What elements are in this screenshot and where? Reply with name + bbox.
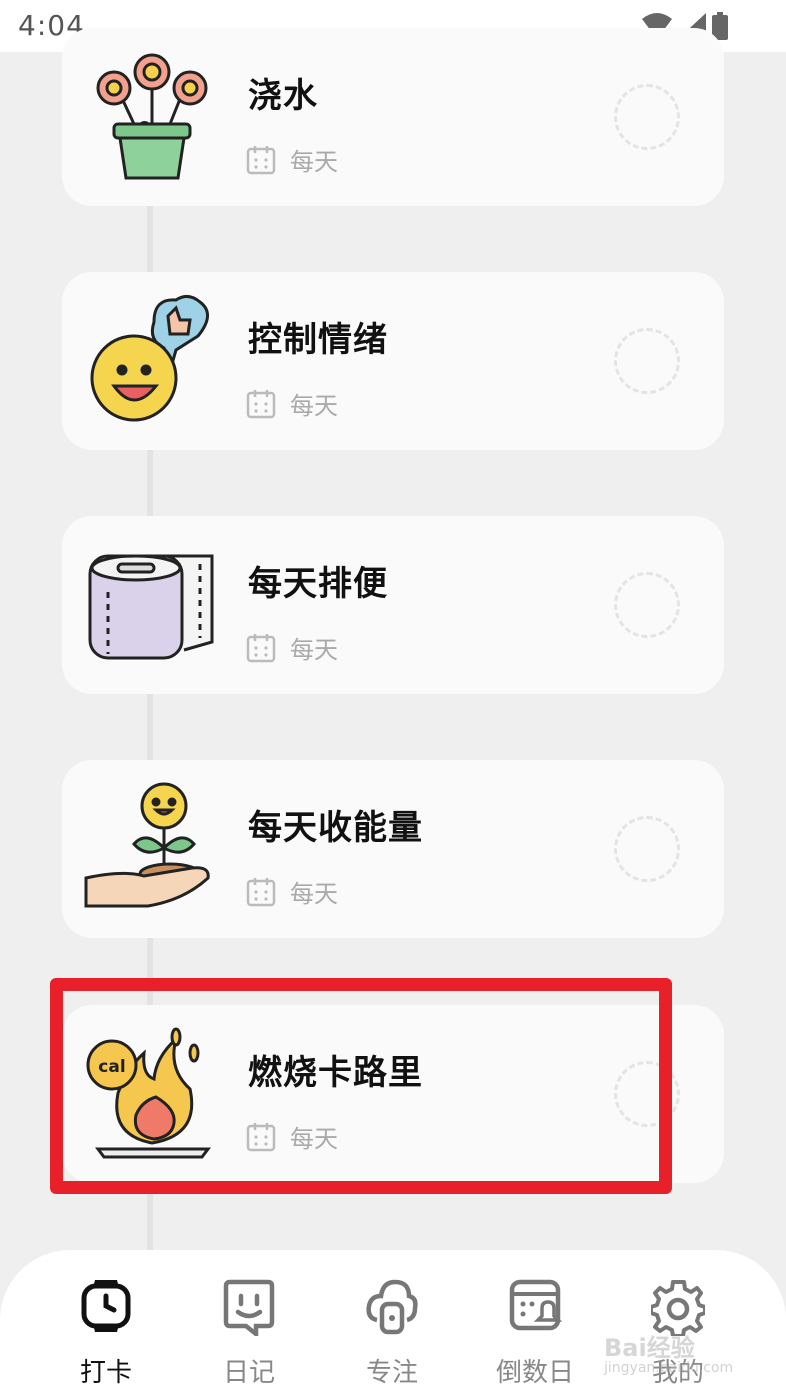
nav-label: 日记: [222, 1358, 275, 1388]
checkin-button[interactable]: [614, 1061, 680, 1127]
gear-icon: [651, 1280, 705, 1336]
smiley-heart-icon: [90, 295, 209, 422]
habit-card-energy[interactable]: 每天收能量 每天: [62, 760, 724, 938]
nav-label: 打卡: [79, 1358, 132, 1388]
toilet-paper-icon: [88, 554, 214, 660]
nav-tab-diary[interactable]: 日记: [189, 1276, 309, 1389]
nav-tab-countdown[interactable]: 倒数日: [475, 1276, 595, 1389]
calendar-icon: [246, 389, 276, 418]
habit-card-bowel[interactable]: 每天排便 每天: [62, 516, 724, 694]
habit-frequency: 每天: [246, 1119, 338, 1154]
diary-face-icon: [223, 1279, 275, 1336]
calendar-icon: [246, 633, 276, 662]
nav-tab-focus[interactable]: 专注: [332, 1276, 452, 1389]
checkin-button[interactable]: [614, 816, 680, 882]
habit-card-emotion[interactable]: 控制情绪 每天: [62, 272, 724, 450]
countdown-calendar-icon: [509, 1279, 562, 1331]
habit-frequency: 每天: [246, 874, 338, 909]
calendar-icon: [246, 1122, 276, 1151]
frequency-label: 每天: [290, 1125, 338, 1153]
habit-frequency: 每天: [246, 142, 338, 177]
habit-frequency: 每天: [246, 386, 338, 421]
calendar-icon: [246, 145, 276, 174]
habit-frequency: 每天: [246, 630, 338, 665]
habit-title: 每天排便: [248, 564, 388, 604]
sprout-hand-icon: [84, 782, 210, 908]
habit-title: 控制情绪: [248, 320, 388, 360]
frequency-label: 每天: [290, 636, 338, 664]
focus-lock-icon: [366, 1279, 418, 1335]
nav-label: 专注: [365, 1358, 418, 1388]
habit-title: 每天收能量: [248, 808, 423, 848]
watermark-logo: Bai经验: [604, 1334, 695, 1362]
nav-label: 倒数日: [495, 1358, 574, 1388]
habit-title: 燃烧卡路里: [248, 1053, 423, 1093]
checkin-button[interactable]: [614, 328, 680, 394]
checkin-button[interactable]: [614, 84, 680, 150]
calorie-fire-icon: cal: [86, 1027, 211, 1159]
nav-tab-checkin[interactable]: 打卡: [46, 1276, 166, 1389]
cal-label: cal: [98, 1057, 125, 1077]
checkin-button[interactable]: [614, 572, 680, 638]
habit-card-calories[interactable]: cal 燃烧卡路里 每天: [62, 1005, 724, 1183]
habit-card-watering[interactable]: 浇水 每天: [62, 28, 724, 206]
watch-icon: [81, 1280, 131, 1332]
frequency-label: 每天: [290, 392, 338, 420]
watermark-url: jingyan.baidu.com: [604, 1360, 734, 1376]
frequency-label: 每天: [290, 148, 338, 176]
frequency-label: 每天: [290, 880, 338, 908]
calendar-icon: [246, 877, 276, 906]
flower-pot-icon: [96, 53, 208, 180]
habit-title: 浇水: [248, 76, 318, 116]
